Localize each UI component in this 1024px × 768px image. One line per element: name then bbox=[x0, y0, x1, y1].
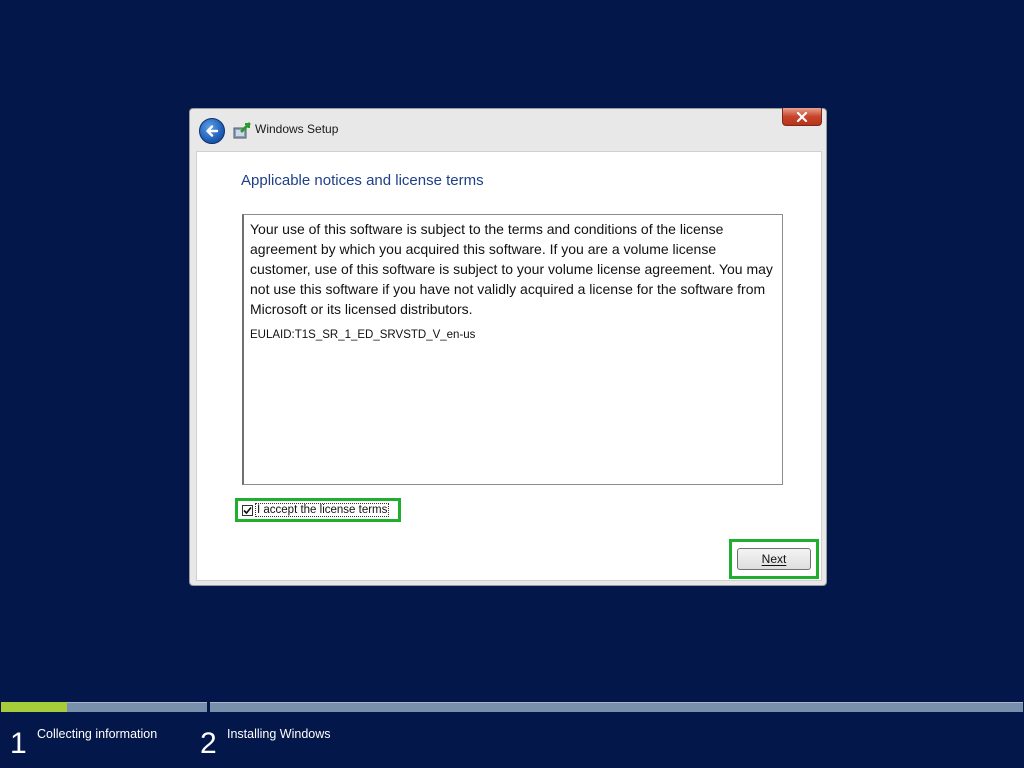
setup-content-panel: Applicable notices and license terms You… bbox=[196, 151, 822, 581]
page-heading: Applicable notices and license terms bbox=[241, 172, 484, 189]
checkmark-icon bbox=[243, 506, 252, 514]
step-number: 2 bbox=[200, 727, 217, 760]
back-button[interactable] bbox=[199, 118, 225, 144]
step-label: Collecting information bbox=[37, 727, 158, 741]
license-text: Your use of this software is subject to … bbox=[250, 221, 773, 317]
next-button-highlight: Next bbox=[729, 539, 819, 579]
close-button[interactable] bbox=[782, 108, 822, 126]
progress-fill bbox=[1, 702, 67, 712]
back-arrow-icon bbox=[206, 125, 219, 137]
license-terms-textbox[interactable]: Your use of this software is subject to … bbox=[242, 214, 783, 485]
windows-setup-dialog: Windows Setup Applicable notices and lic… bbox=[189, 108, 827, 586]
accept-license-highlight: I accept the license terms bbox=[235, 498, 401, 522]
step-number: 1 bbox=[10, 727, 27, 760]
window-title: Windows Setup bbox=[255, 122, 339, 136]
title-bar: Windows Setup bbox=[190, 108, 826, 151]
close-icon bbox=[796, 111, 808, 122]
eula-id: EULAID:T1S_SR_1_ED_SRVSTD_V_en-us bbox=[250, 329, 476, 341]
windows-setup-icon bbox=[233, 122, 251, 139]
next-button[interactable]: Next bbox=[737, 548, 811, 570]
progress-track-step2 bbox=[210, 702, 1023, 712]
step-label: Installing Windows bbox=[227, 727, 331, 741]
accept-license-label[interactable]: I accept the license terms bbox=[254, 503, 390, 517]
accept-license-checkbox[interactable] bbox=[242, 504, 253, 516]
